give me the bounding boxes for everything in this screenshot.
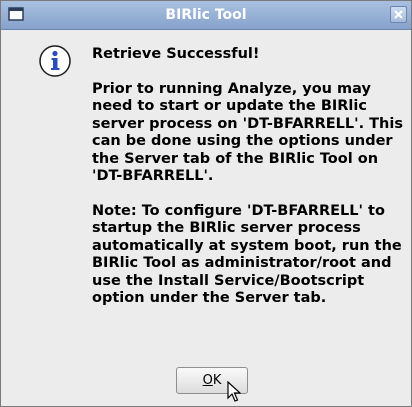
close-icon [394,10,403,19]
title-bar[interactable]: BIRlic Tool [1,1,411,30]
message-paragraph-2: Note: To configure 'DT-BFARRELL' to star… [92,202,402,307]
info-icon [39,45,71,77]
mouse-pointer-icon [227,381,241,402]
ok-mnemonic: O [202,373,213,388]
dialog-window: BIRlic Tool Retrieve Successful! Prior t… [0,0,412,407]
message-heading: Retrieve Successful! [92,46,260,62]
message-paragraph-1: Prior to running Analyze, you may need t… [92,80,403,185]
window-title: BIRlic Tool [165,7,247,23]
close-button[interactable] [390,6,407,23]
ok-label: K [212,373,222,388]
message-area: Retrieve Successful! Prior to running An… [92,46,410,308]
